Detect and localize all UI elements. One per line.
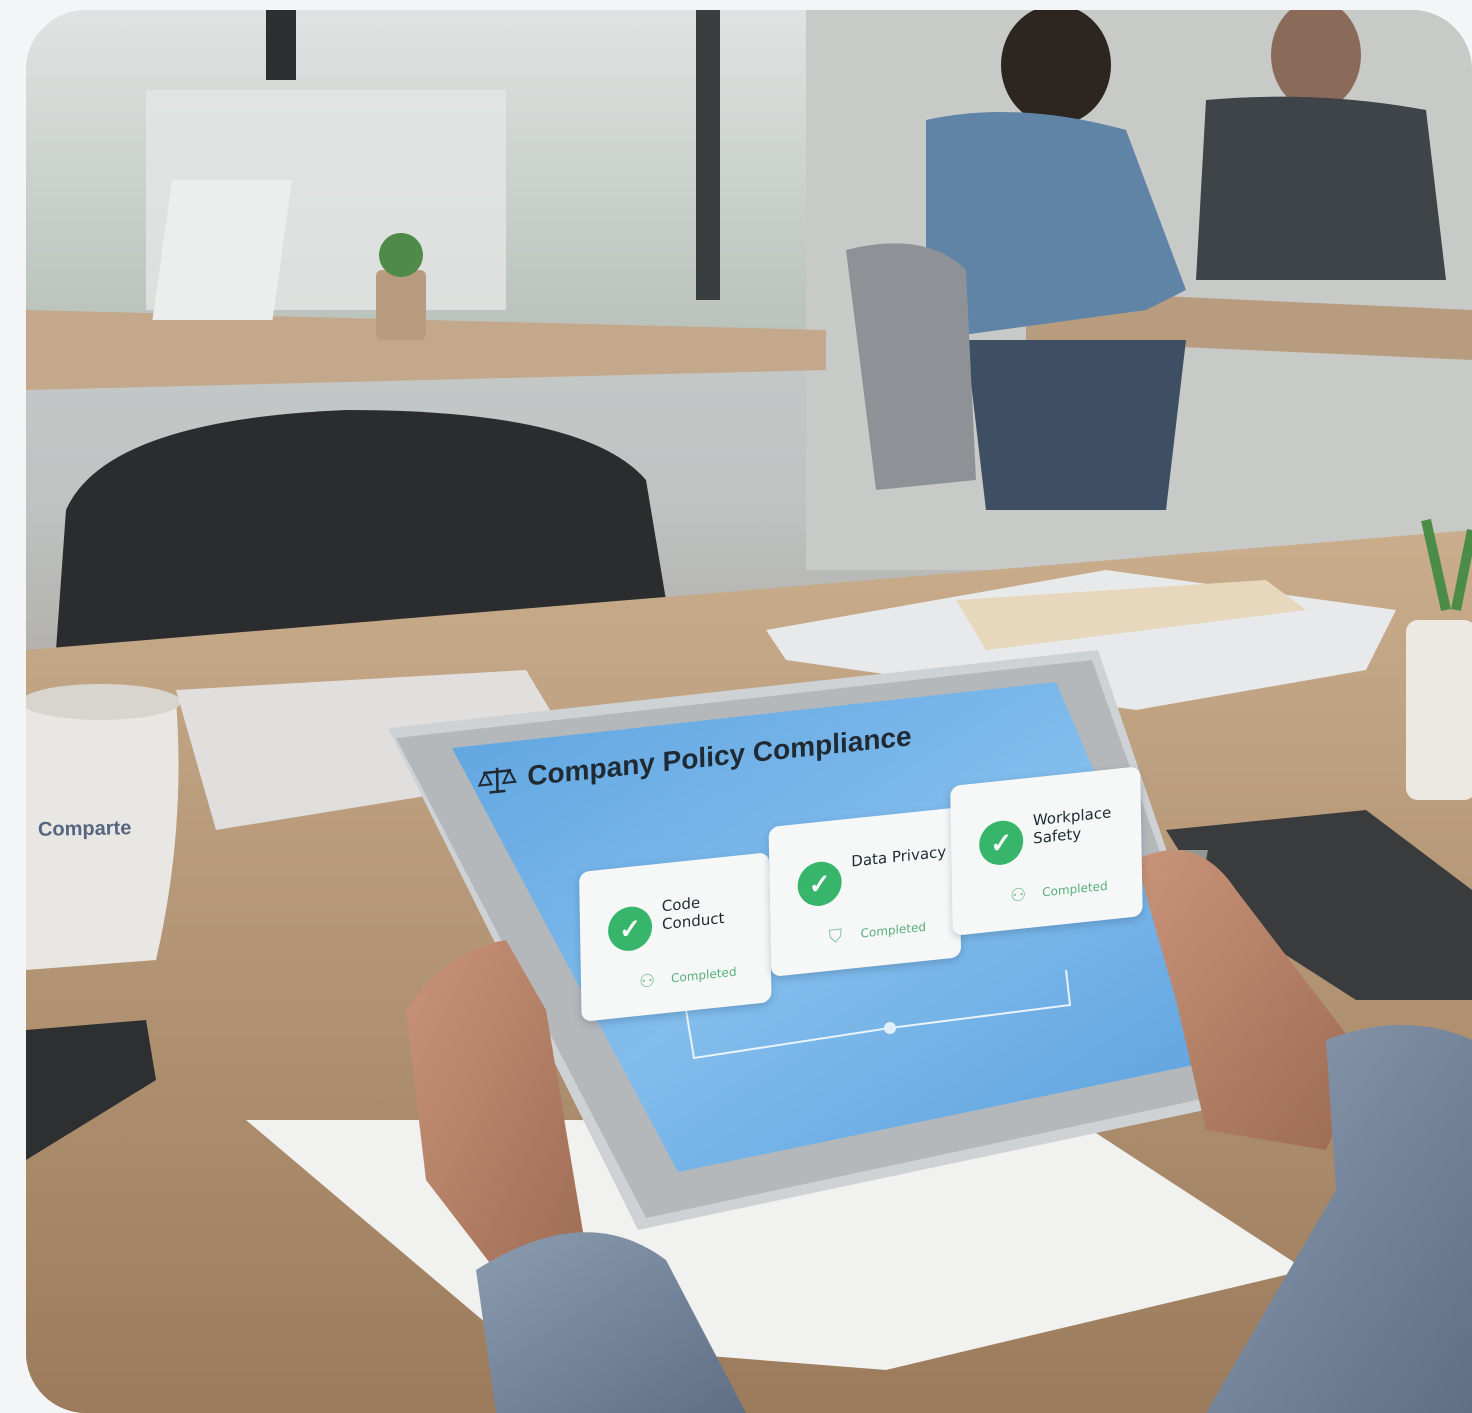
- policy-card-workplace-safety[interactable]: ✓ Workplace Safety ⚇ Completed: [950, 766, 1143, 936]
- mug-label: Comparte: [37, 817, 132, 841]
- policy-card-data-privacy[interactable]: ✓ Data Privacy ⛉ Completed: [768, 807, 962, 977]
- shield-check-icon: ✓: [797, 859, 843, 909]
- tablet-screen[interactable]: Company Policy Compliance ✓ Code Conduct…: [456, 630, 1223, 1129]
- user-icon: ⚇: [1010, 884, 1027, 906]
- photo-frame: Comparte Company Policy Compliance ✓ Cod…: [26, 10, 1472, 1413]
- check-icon: ✓: [607, 904, 653, 954]
- card-name: Data Privacy: [851, 842, 947, 871]
- card-name: Workplace Safety: [1032, 803, 1112, 848]
- card-status: Completed: [670, 964, 737, 986]
- shield-icon: ⛉: [828, 925, 843, 947]
- policy-card-code-conduct[interactable]: ✓ Code Conduct ⚇ Completed: [579, 852, 772, 1022]
- screen-title: Company Policy Compliance: [477, 720, 912, 798]
- card-status: Completed: [1042, 878, 1108, 900]
- user-icon: ⚇: [638, 970, 656, 992]
- scale-icon: [477, 767, 517, 794]
- card-status: Completed: [860, 919, 927, 941]
- check-icon: ✓: [978, 818, 1024, 868]
- title-text: Company Policy Compliance: [527, 720, 912, 792]
- card-name: Code Conduct: [661, 893, 725, 934]
